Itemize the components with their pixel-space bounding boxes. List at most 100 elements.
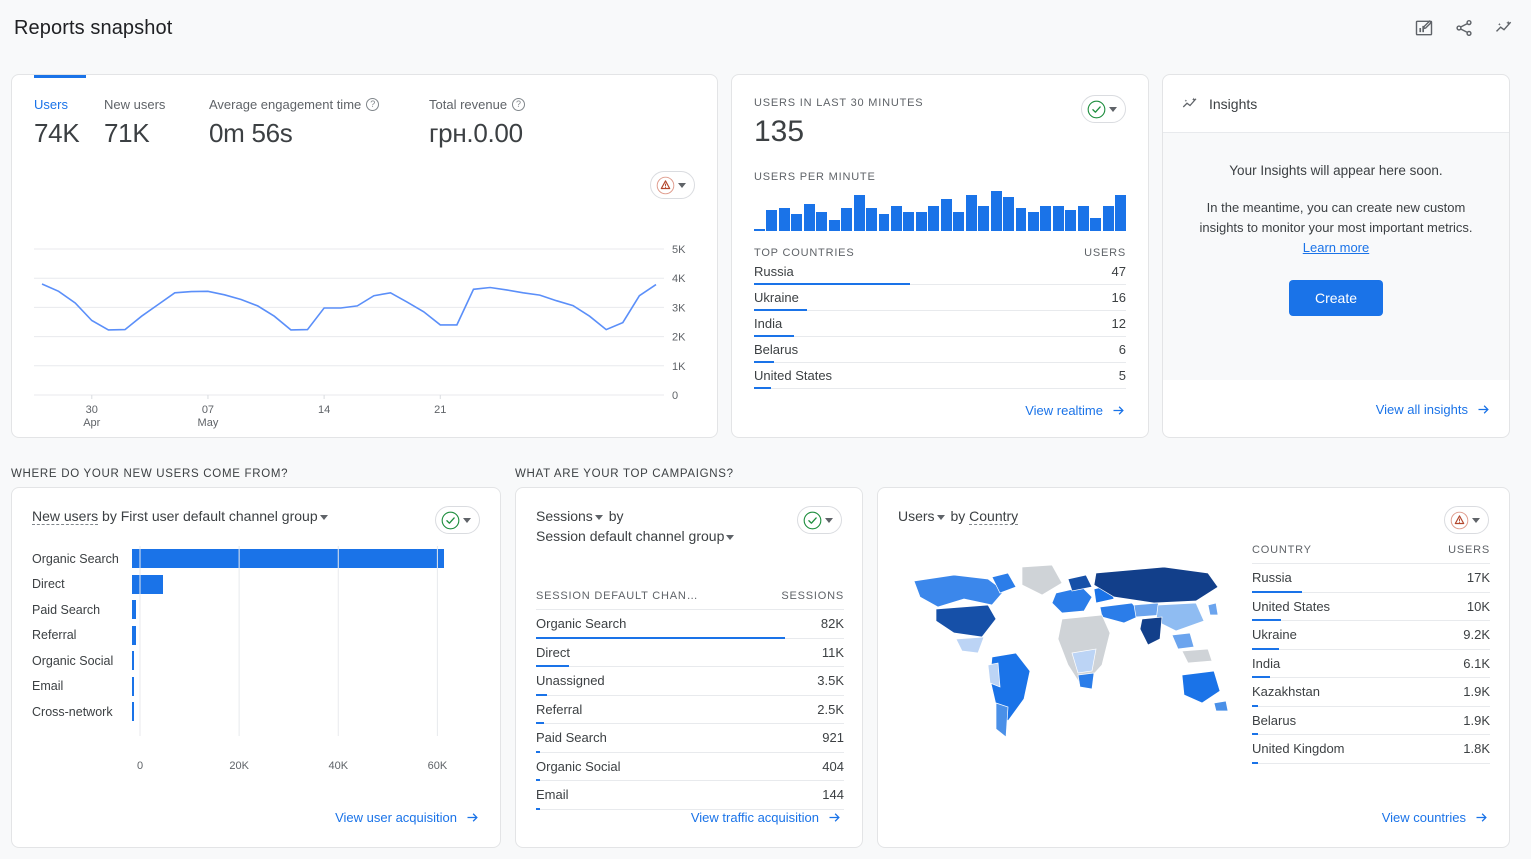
country-users: 1.8K	[1463, 741, 1490, 756]
minute-bar	[1115, 195, 1126, 231]
realtime-country-row[interactable]: India12	[754, 311, 1126, 337]
bar-track	[132, 546, 482, 572]
view-user-acquisition-link[interactable]: View user acquisition	[335, 810, 480, 825]
channel-sessions: 82K	[821, 616, 844, 631]
campaigns-dimension-selector[interactable]: Session default channel group	[536, 528, 724, 544]
check-circle-icon	[1087, 100, 1106, 119]
reports-snapshot-page: Reports snapshot	[0, 0, 1531, 859]
acquisition-bar-row[interactable]: Direct	[32, 572, 482, 598]
chevron-down-icon[interactable]	[937, 515, 945, 520]
header-actions	[1411, 15, 1517, 41]
link-label: View realtime	[1025, 403, 1103, 418]
campaigns-metric-selector[interactable]: Sessions	[536, 508, 593, 524]
metric-tab-users[interactable]: Users 74K	[34, 97, 104, 149]
insights-header: Insights	[1163, 75, 1509, 133]
chevron-down-icon[interactable]	[595, 515, 603, 520]
metric-value: 74K	[34, 118, 104, 149]
realtime-country-row[interactable]: Belarus6	[754, 337, 1126, 363]
learn-more-link[interactable]: Learn more	[1303, 240, 1369, 255]
acquisition-bar-row[interactable]: Email	[32, 674, 482, 700]
channel-label: Direct	[32, 577, 132, 591]
data-quality-warning-badge[interactable]	[650, 171, 695, 199]
acquisition-bar-row[interactable]: Cross-network	[32, 699, 482, 725]
campaign-row[interactable]: Organic Social404	[536, 753, 844, 782]
share-icon[interactable]	[1451, 15, 1477, 41]
svg-text:0: 0	[672, 390, 678, 402]
link-label: View user acquisition	[335, 810, 457, 825]
value-bar	[1252, 762, 1258, 764]
campaign-row[interactable]: Referral2.5K	[536, 696, 844, 725]
metric-tab-new-users[interactable]: New users 71K	[104, 97, 209, 149]
acquisition-dimension-selector[interactable]: First user default channel group	[121, 508, 318, 524]
minute-bar	[766, 210, 777, 231]
acquisition-bar-row[interactable]: Paid Search	[32, 597, 482, 623]
country-row[interactable]: United Kingdom1.8K	[1252, 735, 1490, 764]
acquisition-metric-selector[interactable]: New users	[32, 508, 98, 525]
link-label: View traffic acquisition	[691, 810, 819, 825]
svg-text:May: May	[198, 417, 219, 429]
country-row[interactable]: United States10K	[1252, 593, 1490, 622]
chevron-down-icon[interactable]	[1109, 107, 1117, 112]
help-icon[interactable]: ?	[366, 98, 379, 111]
channel-name: Unassigned	[536, 673, 605, 688]
minute-bar	[1028, 212, 1039, 231]
metric-label: Users	[34, 97, 68, 112]
country-row[interactable]: India6.1K	[1252, 650, 1490, 679]
customize-report-icon[interactable]	[1411, 15, 1437, 41]
campaign-row[interactable]: Organic Search82K	[536, 610, 844, 639]
view-traffic-acquisition-link[interactable]: View traffic acquisition	[691, 810, 842, 825]
minute-bar	[754, 229, 765, 231]
chevron-down-icon[interactable]	[678, 183, 686, 188]
chevron-down-icon[interactable]	[463, 518, 471, 523]
chevron-down-icon[interactable]	[1472, 518, 1480, 523]
minute-bar	[966, 195, 977, 231]
check-circle-icon	[441, 511, 460, 530]
acquisition-status-badge[interactable]	[435, 506, 480, 534]
chevron-down-icon[interactable]	[320, 515, 328, 520]
metric-tab-avg-engagement-time[interactable]: Average engagement time ? 0m 56s	[209, 97, 429, 149]
metric-value: 71K	[104, 118, 209, 149]
minute-bar	[804, 204, 815, 231]
acquisition-bar-row[interactable]: Organic Search	[32, 546, 482, 572]
warning-triangle-icon	[1450, 511, 1469, 530]
acquisition-bar-row[interactable]: Organic Social	[32, 648, 482, 674]
country-row[interactable]: Russia17K	[1252, 564, 1490, 593]
arrow-right-icon	[1111, 403, 1126, 418]
country-row[interactable]: Ukraine9.2K	[1252, 621, 1490, 650]
help-icon[interactable]: ?	[512, 98, 525, 111]
chevron-down-icon[interactable]	[726, 535, 734, 540]
campaign-row[interactable]: Unassigned3.5K	[536, 667, 844, 696]
country-name: United States	[754, 368, 832, 383]
channel-label: Organic Social	[32, 654, 132, 668]
country-name: Kazakhstan	[1252, 684, 1320, 699]
channel-label: Cross-network	[32, 705, 132, 719]
world-choropleth-map[interactable]	[896, 538, 1236, 768]
column-header-dimension: COUNTRY	[1252, 544, 1312, 556]
realtime-country-row[interactable]: Russia47	[754, 259, 1126, 285]
campaign-row[interactable]: Email144	[536, 781, 844, 810]
country-row[interactable]: Belarus1.9K	[1252, 707, 1490, 736]
channel-name: Paid Search	[536, 730, 607, 745]
view-realtime-link[interactable]: View realtime	[754, 403, 1126, 418]
campaign-row[interactable]: Paid Search921	[536, 724, 844, 753]
value-bar	[754, 387, 771, 389]
metric-value: грн.0.00	[429, 118, 609, 149]
view-all-insights-link[interactable]: View all insights	[1376, 402, 1491, 417]
geo-status-badge[interactable]	[1444, 506, 1489, 534]
minute-bar	[1003, 197, 1014, 231]
x-axis-tick: 0	[130, 760, 150, 772]
country-row[interactable]: Kazakhstan1.9K	[1252, 678, 1490, 707]
campaigns-status-badge[interactable]	[797, 506, 842, 534]
chevron-down-icon[interactable]	[825, 518, 833, 523]
view-countries-link[interactable]: View countries	[1382, 810, 1489, 825]
campaign-row[interactable]: Direct11K	[536, 639, 844, 668]
realtime-country-row[interactable]: Ukraine16	[754, 285, 1126, 311]
create-insight-button[interactable]: Create	[1289, 280, 1383, 316]
realtime-country-row[interactable]: United States5	[754, 363, 1126, 389]
realtime-status-badge[interactable]	[1081, 95, 1126, 123]
geo-metric-selector[interactable]: Users	[898, 508, 935, 524]
geo-dimension-selector[interactable]: Country	[969, 508, 1018, 525]
metric-tab-total-revenue[interactable]: Total revenue ? грн.0.00	[429, 97, 609, 149]
insights-icon[interactable]	[1491, 15, 1517, 41]
acquisition-bar-row[interactable]: Referral	[32, 623, 482, 649]
